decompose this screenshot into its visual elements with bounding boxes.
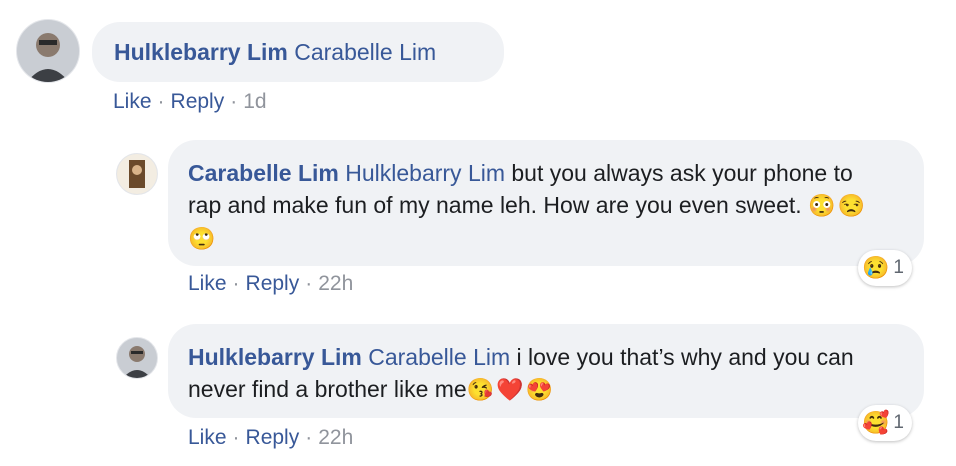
comment-bubble: Carabelle Lim Hulklebarry Lim but you al… <box>168 140 924 266</box>
like-button[interactable]: Like <box>188 272 227 295</box>
comment-author[interactable]: Hulklebarry Lim <box>114 39 288 65</box>
person-icon <box>117 154 157 194</box>
person-icon <box>17 20 79 82</box>
timestamp[interactable]: 22h <box>318 272 353 295</box>
comment-mention[interactable]: Carabelle Lim <box>368 344 510 370</box>
avatar-hulklebarry[interactable] <box>16 19 80 83</box>
avatar-hulklebarry[interactable] <box>116 337 158 379</box>
comment-author[interactable]: Hulklebarry Lim <box>188 344 362 370</box>
comment-mention[interactable]: Hulklebarry Lim <box>345 160 505 186</box>
timestamp[interactable]: 1d <box>243 90 266 113</box>
hug-face-icon: 🥰 <box>862 410 890 435</box>
reaction-count: 1 <box>893 257 904 278</box>
person-icon <box>117 338 157 378</box>
sad-face-icon: 😢 <box>862 255 890 280</box>
timestamp[interactable]: 22h <box>318 426 353 449</box>
comment-actions: Like · Reply · 1d <box>113 90 267 113</box>
reply-button[interactable]: Reply <box>246 272 300 295</box>
comment-actions: Like · Reply · 22h <box>188 426 354 449</box>
comment-mention[interactable]: Carabelle Lim <box>294 39 436 65</box>
reaction-badge[interactable]: 🥰 1 <box>858 405 912 441</box>
avatar-carabelle[interactable] <box>116 153 158 195</box>
like-button[interactable]: Like <box>113 90 152 113</box>
reply-button[interactable]: Reply <box>171 90 225 113</box>
comment-bubble: Hulklebarry Lim Carabelle Lim <box>92 22 504 82</box>
reply-button[interactable]: Reply <box>246 426 300 449</box>
comment-actions: Like · Reply · 22h <box>188 272 354 295</box>
reaction-count: 1 <box>893 412 904 433</box>
like-button[interactable]: Like <box>188 426 227 449</box>
emoji-group: 😘❤️😍 <box>466 377 555 402</box>
reaction-badge[interactable]: 😢 1 <box>858 250 912 286</box>
comment-bubble: Hulklebarry Lim Carabelle Lim i love you… <box>168 324 924 418</box>
comment-author[interactable]: Carabelle Lim <box>188 160 339 186</box>
